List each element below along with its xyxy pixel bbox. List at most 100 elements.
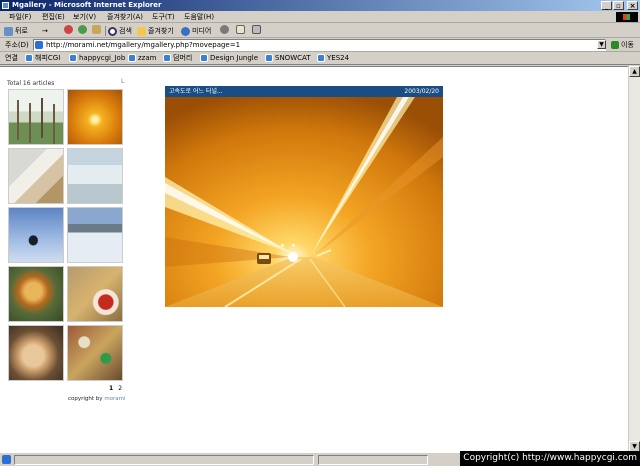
page-link-1[interactable]: 1: [109, 385, 113, 392]
thumbnail-meal[interactable]: [8, 325, 64, 381]
link-zzam[interactable]: zzam: [128, 53, 156, 63]
article-count: Total 16 articles: [7, 80, 55, 87]
thumbnail-snow-field[interactable]: [67, 207, 123, 263]
toolbar-separator: [105, 26, 106, 36]
link-happycgi-job[interactable]: happycgi_Job: [69, 53, 125, 63]
address-bar: 주소(D) http://morami.net/mgallery/mgaller…: [0, 38, 640, 52]
thumbnail-snowy-reeds[interactable]: [8, 89, 64, 145]
media-label: 미디어: [192, 27, 212, 35]
tunnel-photo: [165, 97, 443, 307]
minimize-button[interactable]: _: [601, 1, 612, 10]
windows-logo-icon: [616, 12, 638, 22]
link-yes24[interactable]: YES24: [317, 53, 349, 63]
link-label: 해피CGI: [35, 54, 61, 62]
print-button[interactable]: [252, 25, 261, 34]
status-text-cell: [14, 455, 314, 465]
mail-button[interactable]: [236, 25, 245, 34]
link-dammeori[interactable]: 덤머리: [163, 53, 192, 63]
link-design-jungle[interactable]: Design Jungle: [200, 53, 258, 63]
link-page-icon: [265, 54, 273, 62]
window-controls: _ ▫ ×: [601, 1, 638, 10]
menu-tools[interactable]: 도구(T): [152, 12, 175, 22]
menu-view[interactable]: 보기(V): [73, 12, 96, 22]
copyright-prefix: copyright by: [68, 396, 103, 402]
print-icon: [252, 25, 261, 34]
copyright-author-link[interactable]: morami: [104, 396, 125, 402]
link-page-icon: [128, 54, 136, 62]
go-arrow-icon: [611, 41, 619, 49]
stop-button[interactable]: [64, 25, 73, 34]
link-happycgi[interactable]: 해피CGI: [25, 53, 60, 63]
address-dropdown-button[interactable]: ▼: [597, 40, 606, 49]
links-label: 연결: [5, 54, 18, 62]
menu-bar: 파일(F) 편집(E) 보기(V) 즐겨찾기(A) 도구(T) 도움말(H): [0, 11, 640, 23]
forward-button[interactable]: →: [42, 25, 48, 37]
address-url: http://morami.net/mgallery/mgallery.php?…: [46, 41, 241, 49]
favorites-button[interactable]: 즐겨찾기: [137, 25, 174, 37]
back-arrow-icon: [4, 26, 13, 36]
link-page-icon: [25, 54, 33, 62]
status-page-icon: [2, 455, 11, 464]
vertical-scrollbar[interactable]: ▲ ▼: [628, 66, 640, 452]
thumbnail-sea-foam[interactable]: [67, 148, 123, 204]
photo-date: 2003/02/20: [404, 88, 439, 95]
thumbnail-side-dishes[interactable]: [67, 325, 123, 381]
search-label: 검색: [119, 27, 132, 35]
links-bar: 연결 해피CGI happycgi_Job zzam 덤머리 Design Ju…: [0, 52, 640, 65]
link-label: SNOWCAT: [275, 54, 311, 62]
back-button[interactable]: 뒤로: [4, 25, 28, 37]
history-button[interactable]: [220, 25, 229, 34]
menu-help[interactable]: 도움말(H): [184, 12, 214, 22]
thumbnail-snow-play[interactable]: [8, 207, 64, 263]
refresh-button[interactable]: [78, 25, 87, 34]
address-label: 주소(D): [5, 41, 29, 49]
history-icon: [220, 25, 229, 34]
title-bar: Mgallery - Microsoft Internet Explorer _…: [0, 0, 640, 11]
corner-mark: L: [121, 78, 125, 85]
tunnel-photo-image: [165, 97, 443, 307]
search-button[interactable]: 검색: [108, 25, 132, 37]
menu-favorites[interactable]: 즐겨찾기(A): [107, 12, 143, 22]
search-icon: [108, 26, 117, 36]
forward-arrow-icon: →: [42, 27, 48, 35]
link-label: zzam: [138, 54, 157, 62]
ie-icon: [2, 2, 9, 9]
copyright-text: copyright by morami: [68, 396, 126, 402]
thumbnail-beach-waves[interactable]: [8, 148, 64, 204]
photo-title: 고속도로 어느 터널...: [169, 88, 223, 95]
address-input[interactable]: http://morami.net/mgallery/mgallery.php?…: [33, 39, 606, 51]
maximize-button[interactable]: ▫: [613, 1, 624, 10]
menu-edit[interactable]: 편집(E): [42, 12, 65, 22]
link-page-icon: [69, 54, 77, 62]
media-button[interactable]: 미디어: [181, 25, 211, 37]
scroll-up-button[interactable]: ▲: [629, 66, 640, 77]
home-button[interactable]: [92, 25, 101, 34]
favorites-label: 즐겨찾기: [148, 27, 174, 35]
page-icon: [35, 41, 43, 49]
go-button[interactable]: 이동: [611, 40, 634, 50]
status-zone-cell: [318, 455, 428, 465]
link-page-icon: [163, 54, 171, 62]
home-icon: [92, 25, 101, 34]
thumbnail-tunnel[interactable]: [67, 89, 123, 145]
link-page-icon: [317, 54, 325, 62]
favorites-star-icon: [137, 26, 146, 36]
toolbar: 뒤로 → 검색 즐겨찾기 미디어: [0, 24, 640, 38]
media-icon: [181, 26, 190, 36]
thumbnail-dishes[interactable]: [67, 266, 123, 322]
page-link-2[interactable]: 2: [118, 385, 122, 392]
stop-icon: [64, 25, 73, 34]
link-label: YES24: [327, 54, 350, 62]
link-snowcat[interactable]: SNOWCAT: [265, 53, 311, 63]
menu-file[interactable]: 파일(F): [9, 12, 31, 22]
photo-header: 고속도로 어느 터널... 2003/02/20: [165, 86, 443, 97]
thumbnail-hotpot[interactable]: [8, 266, 64, 322]
link-page-icon: [200, 54, 208, 62]
link-label: 덤머리: [173, 54, 193, 62]
link-label: happycgi_Job: [79, 54, 126, 62]
go-label: 이동: [621, 41, 634, 49]
mail-icon: [236, 25, 245, 34]
close-button[interactable]: ×: [627, 1, 638, 10]
page-content: Total 16 articles L 1 2 copyright by mor…: [0, 66, 628, 452]
back-label: 뒤로: [15, 27, 28, 35]
